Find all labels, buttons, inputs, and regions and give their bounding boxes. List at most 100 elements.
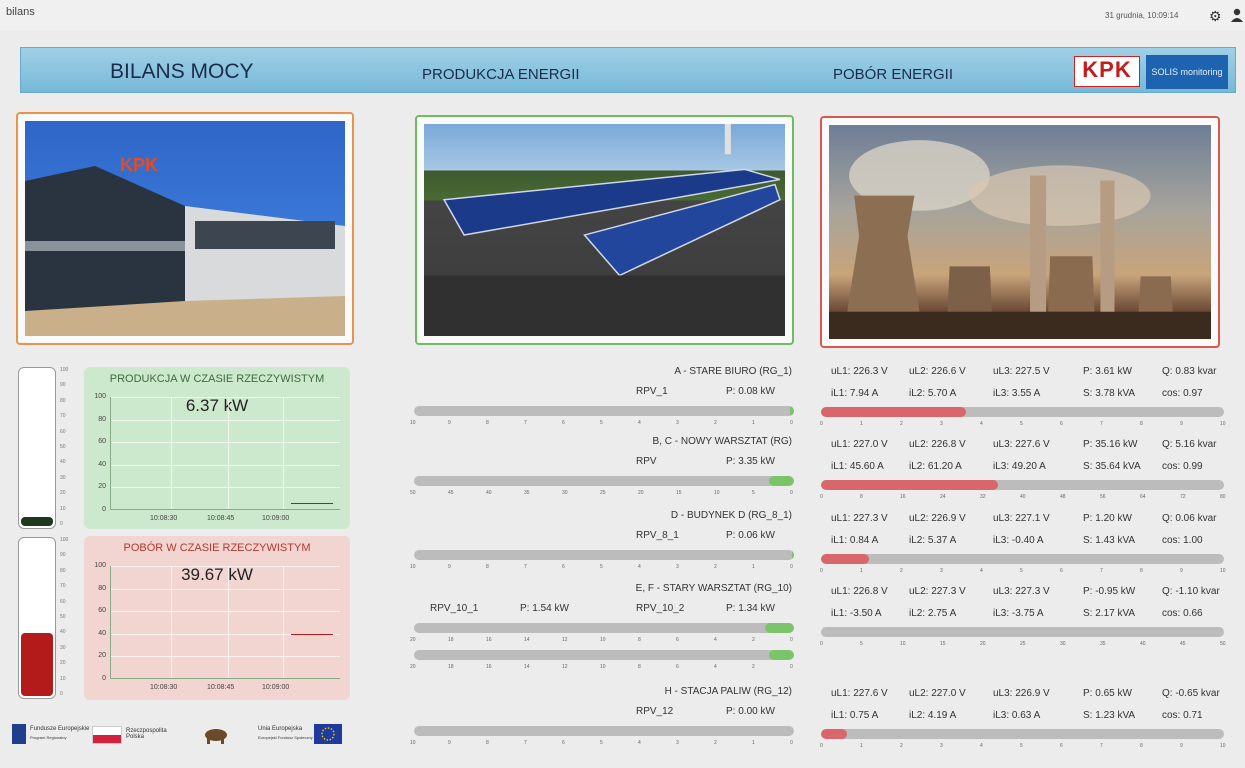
rpv-name: RPV_8_1 [636, 530, 679, 541]
production-scale-tick: 30 [60, 474, 66, 481]
production-thermometer-fill [21, 516, 53, 526]
meter-p: P: 1.20 kW [1083, 513, 1132, 524]
scale-tick: 0 [820, 641, 823, 647]
production-realtime-card: PRODUKCJA W CZASIE RZECZYWISTYM 6.37 kW … [84, 367, 350, 529]
scale-tick: 7 [1100, 421, 1103, 427]
consumption_card-gridline [111, 611, 340, 613]
scale-tick: 15 [940, 641, 946, 647]
production_card-gridline [111, 487, 340, 489]
production_card-gridline [283, 397, 284, 509]
meter-p: P: 35.16 kW [1083, 439, 1138, 450]
consumption-bar-scale: 0 1 2 3 4 5 6 7 8 9 10 [820, 743, 1230, 751]
meter-ul3: uL3: 227.6 V [993, 439, 1050, 450]
scale-tick: 1 [860, 421, 863, 427]
consumption-bar [821, 407, 1224, 417]
meter-ul1: uL1: 227.3 V [831, 513, 888, 524]
scale-tick: 5 [1020, 421, 1023, 427]
scale-tick: 7 [1100, 568, 1103, 574]
consumption-bar-scale: 0 8 16 24 32 40 48 56 64 72 80 [820, 494, 1230, 502]
production-scale-tick: 50 [60, 444, 66, 450]
scale-tick: 45 [1180, 641, 1186, 647]
consumption_card-gridline [283, 566, 284, 678]
production-bar [414, 550, 794, 560]
production_card-gridline [228, 397, 229, 509]
scale-tick: 5 [600, 564, 603, 570]
consumption_card-x-tick: 10:08:45 [207, 684, 235, 691]
meter-il1: iL1: 45.60 A [831, 461, 884, 472]
scale-tick: 4 [980, 743, 983, 749]
scale-tick: 35 [1100, 641, 1106, 647]
production_card-x-tick: 10:08:45 [207, 515, 235, 522]
production-bar-scale: 10 9 8 7 6 5 4 3 2 1 0 [410, 420, 800, 428]
scale-tick: 16 [486, 637, 492, 643]
production_card-gridline [111, 419, 340, 421]
scale-tick: 50 [410, 490, 416, 496]
gear-icon[interactable]: ⚙ [1209, 8, 1222, 25]
consumption-bar-fill [821, 480, 999, 490]
scale-tick: 18 [448, 637, 454, 643]
rpv-name: RPV_10_1 [430, 603, 479, 614]
production_card-y-tick: 60 [98, 438, 106, 446]
consumption-bar-scale: 0 1 2 3 4 5 6 7 8 9 10 [820, 568, 1230, 576]
scale-tick: 8 [860, 494, 863, 500]
meter-s: S: 35.64 kVA [1083, 461, 1141, 472]
consumption_card-gridline [111, 588, 340, 590]
scale-tick: 4 [980, 421, 983, 427]
scale-tick: 5 [600, 420, 603, 426]
scale-tick: 2 [752, 664, 755, 670]
eu-flag-icon [314, 724, 342, 744]
consumption-scale-tick: 50 [60, 614, 66, 620]
production-bar-scale: 50 45 40 35 30 25 20 15 10 5 0 [410, 490, 800, 498]
scale-tick: 8 [1140, 743, 1143, 749]
production_card-x-tick: 10:09:00 [262, 515, 290, 522]
scale-tick: 8 [486, 740, 489, 746]
solar-panels-photo-frame [415, 115, 794, 345]
meter-ul1: uL1: 227.0 V [831, 439, 888, 450]
production-bar-fill [768, 650, 794, 660]
scale-tick: 4 [638, 740, 641, 746]
device-title: E, F - STARY WARSZTAT (RG_10) [635, 583, 792, 594]
meter-il1: iL1: 7.94 A [831, 388, 879, 399]
solis-monitoring-button[interactable]: SOLIS monitoring [1146, 55, 1228, 89]
scale-tick: 20 [410, 664, 416, 670]
scale-tick: 5 [1020, 568, 1023, 574]
scale-tick: 14 [524, 664, 530, 670]
production-scale-tick: 60 [60, 428, 66, 435]
consumption_card-gridline [228, 566, 229, 678]
consumption_card-y-tick: 0 [102, 675, 106, 682]
production_card-gridline [171, 397, 172, 509]
production-scale-tick: 100 [60, 367, 69, 373]
user-icon[interactable] [1231, 8, 1243, 22]
production-card-title: PRODUKCJA W CZASIE RZECZYWISTYM [109, 373, 325, 385]
scale-tick: 40 [1020, 494, 1026, 500]
scale-tick: 5 [752, 490, 755, 496]
rpv-name: RPV_12 [636, 706, 674, 717]
funding-logos: Fundusze Europejskie Program Regionalny … [12, 722, 352, 752]
production_card-gridline [111, 464, 340, 466]
scale-tick: 50 [1220, 641, 1226, 647]
scale-tick: 15 [676, 490, 682, 496]
scale-tick: 48 [1060, 494, 1066, 500]
consumption-bar [821, 554, 1224, 564]
meter-p: P: -0.95 kW [1083, 586, 1136, 597]
meter-ul3: uL3: 227.5 V [993, 366, 1050, 377]
meter-s: S: 3.78 kVA [1083, 388, 1136, 399]
meter-il3: iL3: -3.75 A [993, 608, 1044, 619]
meter-cos: cos: 1.00 [1162, 535, 1203, 546]
meter-ul2: uL2: 226.6 V [909, 366, 966, 377]
meter-il2: iL2: 61.20 A [909, 461, 962, 472]
scale-tick: 5 [1020, 743, 1023, 749]
scale-tick: 14 [524, 637, 530, 643]
scale-tick: 7 [524, 420, 527, 426]
meter-s: S: 1.23 kVA [1083, 710, 1136, 721]
device-title: H - STACJA PALIW (RG_12) [664, 686, 792, 697]
scale-tick: 8 [638, 637, 641, 643]
scale-tick: 25 [1020, 641, 1026, 647]
production-scale-tick: 80 [60, 397, 66, 404]
scale-tick: 7 [524, 564, 527, 570]
production_card-gridline [111, 397, 340, 398]
consumption_card-trend-line [291, 633, 333, 635]
consumption-scale-tick: 90 [60, 552, 66, 559]
consumption-card-title: POBÓR W CZASIE RZECZYWISTYM [123, 542, 311, 554]
consumption-thermometer-scale: 100 90 80 70 60 50 40 30 20 10 0 [60, 537, 78, 699]
